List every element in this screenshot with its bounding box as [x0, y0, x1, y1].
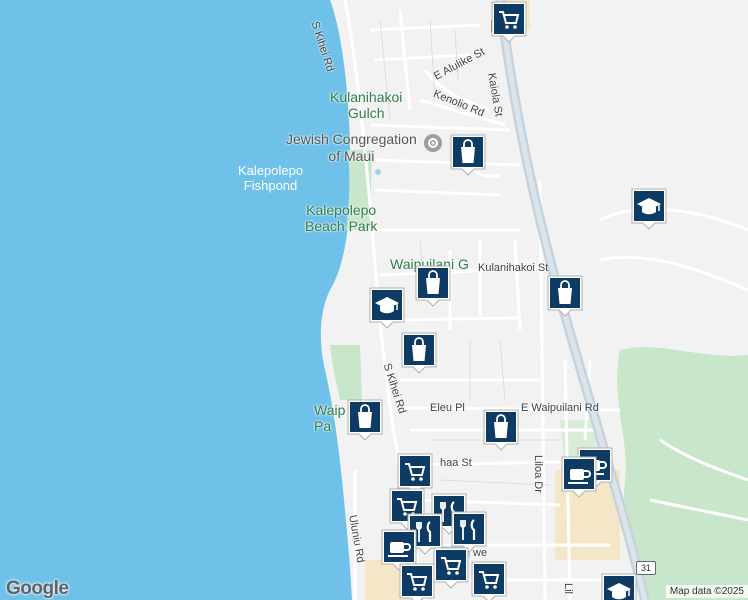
waipuilani-park-green [330, 345, 362, 400]
waipuilani-park-label: Waip Pa [314, 402, 346, 434]
map-marker-cart[interactable] [490, 0, 528, 44]
map-marker-cart[interactable] [398, 562, 436, 600]
google-logo: Google [6, 578, 69, 599]
road-label-e-waipuilani: E Waipuilani Rd [521, 402, 599, 414]
map-marker-school[interactable] [600, 572, 638, 600]
highway-shield-31-bottom: 31 [636, 561, 656, 575]
map-marker-cart[interactable] [432, 546, 470, 590]
kalepolepo-fishpond-label: Kalepolepo Fishpond [238, 163, 304, 193]
road-label-eleu-pl: Eleu Pl [430, 402, 465, 414]
map-marker-coffee[interactable] [560, 455, 598, 499]
road-label-lil-bottom: Lil [562, 583, 574, 595]
map-marker-bag[interactable] [482, 408, 520, 452]
road-label-kulanihakoi-st: Kulanihakoi St [478, 262, 549, 274]
road-label-liloa: Liloa Dr [532, 455, 544, 493]
map-marker-school[interactable] [368, 286, 406, 330]
map-marker-cart[interactable] [470, 560, 508, 600]
kalepolepo-beach-park-label: Kalepolepo Beach Park [305, 202, 378, 234]
jewish-congregation-label[interactable]: Jewish Congregation of Maui [286, 131, 417, 165]
map-marker-bag[interactable] [546, 274, 584, 318]
map-marker-bag[interactable] [414, 264, 452, 308]
kulanihakoi-gulch-label: Kulanihakoi Gulch [330, 89, 403, 121]
map-canvas[interactable]: Kulanihakoi Gulch Jewish Congregation of M… [0, 0, 748, 600]
ocean-area [0, 0, 352, 600]
place-of-worship-icon[interactable] [424, 134, 442, 152]
map-marker-bag[interactable] [449, 133, 487, 177]
map-marker-bag[interactable] [400, 331, 438, 375]
road-label-haa-st: haa St [440, 457, 472, 469]
map-marker-bag[interactable] [346, 398, 384, 442]
map-marker-school[interactable] [630, 187, 668, 231]
map-data-attribution[interactable]: Map data ©2025 [665, 585, 748, 598]
